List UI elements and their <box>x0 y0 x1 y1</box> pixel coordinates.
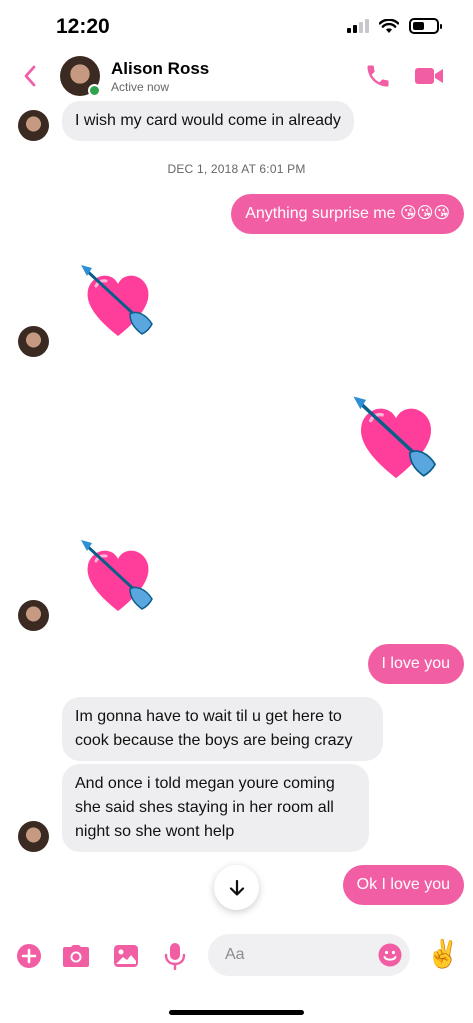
camera-button[interactable] <box>62 942 90 970</box>
quick-reaction-button[interactable]: ✌️ <box>426 938 460 970</box>
back-button[interactable] <box>14 60 46 92</box>
wifi-icon <box>379 18 399 33</box>
plus-icon <box>17 944 41 968</box>
arrow-down-icon <box>229 879 244 896</box>
voice-message-button[interactable] <box>161 942 189 970</box>
heart-with-arrow-icon[interactable] <box>78 537 158 617</box>
incoming-message[interactable]: I wish my card would come in already <box>62 101 354 141</box>
message-composer: Aa ✌️ <box>0 928 473 984</box>
heart-with-arrow-icon[interactable] <box>78 262 158 342</box>
chevron-left-icon <box>24 65 36 87</box>
contact-status: Active now <box>111 80 170 94</box>
message-input[interactable]: Aa <box>208 934 410 976</box>
emoji-icon[interactable] <box>378 943 402 967</box>
contact-avatar[interactable] <box>60 56 101 97</box>
gallery-icon <box>114 945 138 967</box>
phone-icon <box>367 65 389 87</box>
camera-icon <box>63 945 89 967</box>
contact-avatar-small[interactable] <box>18 326 49 357</box>
battery-icon <box>409 18 442 34</box>
message-input-placeholder: Aa <box>225 946 245 963</box>
contact-avatar-small[interactable] <box>18 110 49 141</box>
microphone-icon <box>164 943 186 970</box>
gallery-button[interactable] <box>112 942 140 970</box>
video-call-button[interactable] <box>413 62 447 94</box>
timestamp-divider: DEC 1, 2018 AT 6:01 PM <box>167 162 306 176</box>
conversation-header: Alison Ross Active now <box>0 54 473 100</box>
home-indicator <box>169 1010 304 1015</box>
cellular-signal-icon <box>347 19 369 33</box>
battery-level <box>413 22 424 30</box>
voice-call-button[interactable] <box>364 62 396 94</box>
outgoing-message[interactable]: Ok I love you <box>342 865 464 905</box>
status-icons <box>347 18 442 34</box>
incoming-message[interactable]: Im gonna have to wait til u get here to … <box>62 697 383 761</box>
plus-button[interactable] <box>15 942 43 970</box>
video-camera-icon <box>415 68 443 84</box>
incoming-message[interactable]: And once i told megan youre coming she s… <box>62 764 369 852</box>
online-status-dot <box>88 84 101 97</box>
contact-avatar-small[interactable] <box>18 600 49 631</box>
status-time: 12:20 <box>56 15 110 38</box>
outgoing-message[interactable]: I love you <box>367 644 464 684</box>
contact-name[interactable]: Alison Ross <box>111 59 209 79</box>
heart-with-arrow-icon[interactable] <box>350 393 442 485</box>
outgoing-message[interactable]: Anything surprise me 😘😘😘 <box>231 194 464 234</box>
status-bar: 12:20 <box>0 0 473 54</box>
contact-avatar-small[interactable] <box>18 821 49 852</box>
scroll-to-bottom-button[interactable] <box>214 865 259 910</box>
